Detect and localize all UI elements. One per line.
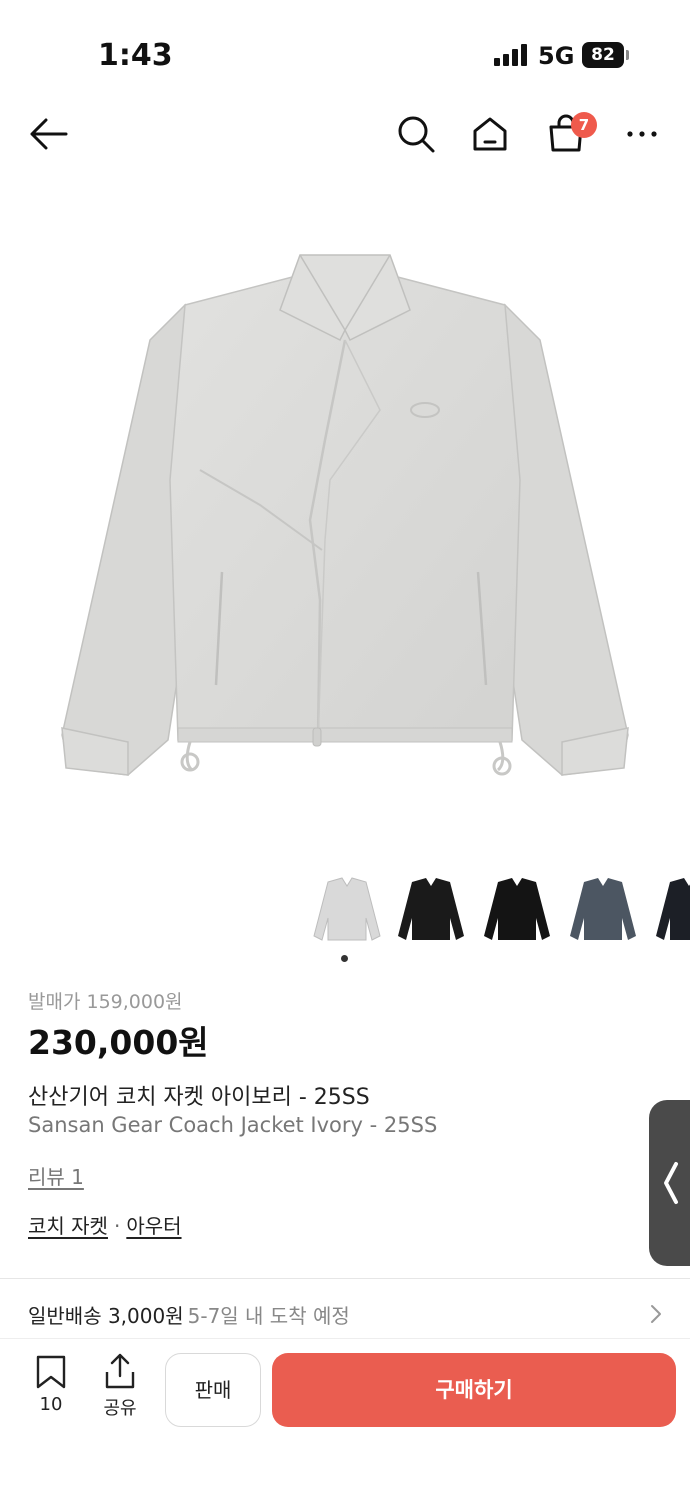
thumbnail-black-1[interactable] [394,868,468,946]
battery-icon: 82 [582,42,624,68]
battery-nub [626,50,629,60]
thumbnail-navy[interactable] [652,868,690,946]
thumbnail-black-2[interactable] [480,868,554,946]
category-link-outer[interactable]: 아우터 [126,1214,181,1238]
cart-count-badge: 7 [571,112,597,138]
signal-icon [494,44,528,66]
status-time: 1:43 [98,38,173,73]
buy-button[interactable]: 구매하기 [272,1353,676,1427]
bookmark-count: 10 [39,1394,63,1415]
product-title-korean: 산산기어 코치 자켓 아이보리 - 25SS [28,1085,370,1110]
chevron-right-icon[interactable] [648,1303,664,1325]
shipping-label: 일반배송 3,000원 [28,1304,184,1328]
chevron-left-icon [664,1162,678,1204]
status-bar: 1:43 5G 82 [0,0,690,110]
price: 230,000원 [28,1023,209,1062]
shipping-info[interactable]: 일반배송 3,000원 5-7일 내 도착 예정 [28,1300,350,1329]
home-icon[interactable] [468,112,512,156]
back-arrow-icon[interactable] [26,112,70,156]
sell-button[interactable]: 판매 [165,1353,261,1427]
product-title-english: Sansan Gear Coach Jacket Ivory - 25SS [28,1113,438,1137]
shipping-detail: 5-7일 내 도착 예정 [187,1304,350,1328]
category-separator: · [113,1214,121,1238]
thumbnail-ivory[interactable] [310,868,384,946]
product-image[interactable] [0,180,690,860]
original-price: 발매가 159,000원 [28,991,183,1013]
network-label: 5G [538,42,575,70]
thumbnail-strip [310,868,690,952]
search-icon[interactable] [394,112,438,156]
share-icon[interactable] [102,1352,138,1390]
divider [0,1278,690,1279]
more-icon[interactable] [620,112,664,156]
bookmark-icon[interactable] [34,1354,68,1390]
page-indicator [341,955,348,962]
thumbnail-slate[interactable] [566,868,640,946]
share-label: 공유 [103,1398,137,1419]
review-link[interactable]: 리뷰 1 [28,1161,84,1190]
category-row: 코치 자켓 · 아우터 [28,1210,182,1239]
category-link-coach-jacket[interactable]: 코치 자켓 [28,1214,108,1238]
